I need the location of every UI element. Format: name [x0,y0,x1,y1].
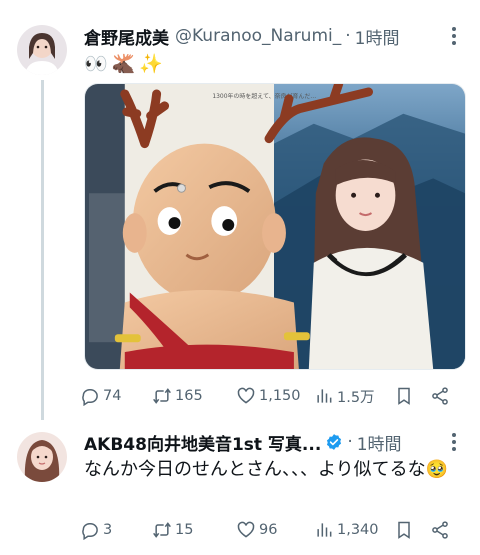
retweet-count: 15 [175,522,194,538]
reply-button[interactable]: 74 [80,386,152,406]
sparkles-emoji: ✨ [139,52,164,75]
tweet-photo[interactable]: 1300年の時を超えて、奈良が育んだ… [84,83,466,370]
bookmark-icon [398,387,410,405]
reply-text: なんか今日のせんとさん、、、より似てるな🥹 [84,459,449,480]
moose-emoji: 🫎 [111,52,136,75]
reply-count: 3 [103,522,113,538]
view-count: 1.5万 [337,389,375,406]
share-button[interactable] [430,386,454,406]
views-button[interactable]: 1,340 [314,520,394,540]
tweet-time[interactable]: 1時間 [355,24,400,49]
verified-badge-icon [327,434,342,450]
eyes-emoji: 👀 [84,52,108,75]
views-chart-icon [317,389,332,403]
bookmark-button[interactable] [394,386,430,406]
reply-button[interactable]: 3 [80,520,152,540]
share-icon [432,521,448,539]
tweet-actions: 74 165 1,150 1.5万 [80,382,462,410]
retweet-button[interactable]: 15 [152,520,236,540]
like-button[interactable]: 1,150 [236,386,314,406]
reply-icon [82,389,98,406]
author-avatar[interactable] [17,25,67,75]
retweet-button[interactable]: 165 [152,386,236,406]
reply-actions: 3 15 96 1,340 [80,516,462,544]
views-button[interactable]: 1.5万 [314,386,394,407]
share-icon [432,387,448,405]
separator-dot: · [347,432,353,452]
photo-sign-text: 1300年の時を超えて、奈良が育んだ… [212,92,316,100]
reply-count: 74 [103,388,122,404]
like-button[interactable]: 96 [236,520,314,540]
author-name[interactable]: 倉野尾成美 [84,24,169,49]
reply-author-name[interactable]: AKB48向井地美音1st 写真... [84,430,321,455]
separator-dot: · [345,26,351,46]
heart-icon [237,387,255,404]
bookmark-icon [398,521,410,539]
like-count: 1,150 [259,388,301,404]
author-handle[interactable]: @Kuranoo_Narumi_ [175,26,341,46]
reply-icon [82,523,98,540]
tweet-header: 倉野尾成美 @Kuranoo_Narumi_ · 1時間 [84,22,399,50]
thread-connector-line [41,80,44,420]
like-count: 96 [259,522,278,538]
retweet-icon [153,388,171,404]
tweet-text: 👀 🫎 ✨ [84,50,163,76]
view-count: 1,340 [337,522,379,538]
share-button[interactable] [430,520,454,540]
reply-header: AKB48向井地美音1st 写真... · 1時間 [84,428,402,456]
more-options-icon[interactable] [444,24,464,48]
reply-author-avatar[interactable] [17,432,67,482]
bookmark-button[interactable] [394,520,430,540]
views-chart-icon [317,523,332,537]
heart-icon [237,521,255,538]
reply-time[interactable]: 1時間 [357,430,402,455]
retweet-count: 165 [175,388,203,404]
reply-more-options-icon[interactable] [444,430,464,454]
retweet-icon [153,522,171,538]
